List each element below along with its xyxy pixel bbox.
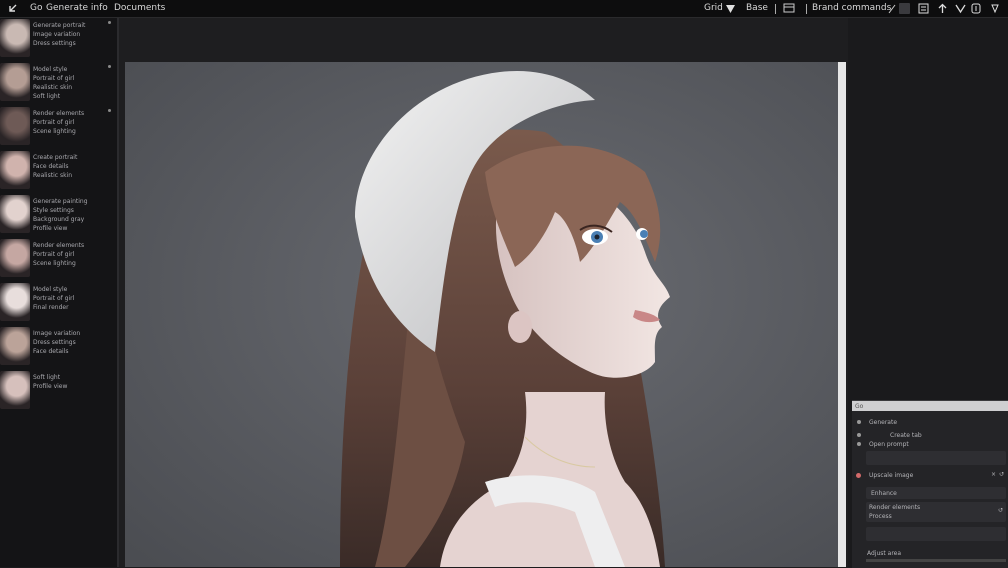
history-thumbnail — [0, 239, 30, 277]
history-item[interactable]: Render elements Portrait of girl Scene lig… — [0, 238, 117, 278]
history-text: Profile view — [33, 225, 68, 232]
layout-icon[interactable] — [783, 3, 795, 14]
history-text: Dress settings — [33, 339, 76, 346]
history-thumbnail — [0, 283, 30, 321]
history-text: Image variation — [33, 31, 81, 38]
history-text: Soft light — [33, 374, 61, 381]
history-thumbnail — [0, 107, 30, 145]
history-thumbnail — [0, 19, 30, 57]
history-text: Portrait of girl — [33, 295, 75, 302]
history-text: Portrait of girl — [33, 119, 75, 126]
menu-generate-info[interactable]: Generate info — [46, 3, 108, 14]
dock-label-3: Open prompt — [869, 441, 909, 448]
history-text: Image variation — [33, 330, 81, 337]
heart-icon[interactable] — [955, 3, 966, 14]
settings-dock: Go Generate Create tab Open prompt Upsca… — [852, 400, 1008, 568]
dock-label-7: Process — [869, 513, 892, 520]
more-dot-icon[interactable] — [108, 109, 111, 112]
grid-toggle[interactable]: Grid — [704, 3, 723, 14]
history-item[interactable]: Image variation Dress settings Face detail… — [0, 326, 117, 366]
dock-label-6: Render elements — [869, 504, 921, 511]
history-thumbnail — [0, 195, 30, 233]
arrow-up-icon[interactable] — [937, 3, 948, 14]
history-text: Profile view — [33, 383, 68, 390]
top-toolbar: Go Generate info Documents Grid Base Bra… — [0, 0, 1008, 18]
dot — [857, 433, 861, 437]
history-text: Final render — [33, 304, 69, 311]
dock-label-1: Generate — [869, 419, 898, 426]
history-text: Scene lighting — [33, 260, 76, 267]
image-canvas[interactable] — [125, 62, 838, 567]
menu-go[interactable]: Go — [30, 3, 42, 14]
history-text: Realistic skin — [33, 172, 73, 179]
history-text: Style settings — [33, 207, 74, 214]
separator — [806, 4, 807, 14]
history-text: Realistic skin — [33, 84, 73, 91]
history-thumbnail — [0, 151, 30, 189]
history-thumbnail — [0, 371, 30, 409]
refresh-icon[interactable]: ↺ — [998, 507, 1003, 514]
history-text: Face details — [33, 163, 69, 170]
list-icon[interactable] — [918, 3, 929, 14]
history-sidebar: Generate portrait Image variation Dress se… — [0, 18, 119, 567]
dock-label-5: Enhance — [871, 490, 897, 497]
history-text: Dress settings — [33, 40, 76, 47]
dock-label-2: Create tab — [890, 432, 922, 439]
history-text: Model style — [33, 66, 68, 73]
portrait-image — [125, 62, 838, 567]
history-item[interactable]: Generate painting Style settings Backgroun… — [0, 194, 117, 234]
history-text: Model style — [33, 286, 68, 293]
history-item[interactable]: Model style Portrait of girl Realistic ski… — [0, 62, 117, 102]
history-text: Background gray — [33, 216, 85, 223]
red-dot — [856, 473, 861, 478]
separator — [775, 4, 776, 14]
canvas-scrollbar[interactable] — [838, 62, 846, 567]
history-item[interactable]: Create portrait Face details Realistic ski… — [0, 150, 117, 190]
history-item[interactable]: Generate portrait Image variation Dress se… — [0, 18, 117, 58]
history-text: Render elements — [33, 242, 85, 249]
history-text: Soft light — [33, 93, 61, 100]
close-icon[interactable]: × — [991, 471, 996, 478]
color-swatch[interactable] — [899, 3, 910, 14]
user-icon[interactable] — [971, 3, 981, 14]
history-text: Generate painting — [33, 198, 88, 205]
history-item[interactable]: Soft light Profile view — [0, 370, 117, 410]
more-dot-icon[interactable] — [108, 65, 111, 68]
refresh-icon[interactable]: ↺ — [999, 471, 1004, 478]
base-select[interactable]: Base — [746, 3, 768, 14]
dot — [857, 420, 861, 424]
menu-documents[interactable]: Documents — [114, 3, 165, 14]
triangle-down-icon[interactable] — [725, 3, 736, 14]
history-item[interactable]: Render elements Portrait of girl Scene lig… — [0, 106, 117, 146]
history-text: Scene lighting — [33, 128, 76, 135]
history-text: Portrait of girl — [33, 251, 75, 258]
dock-title: Go — [855, 403, 864, 410]
brand-commands[interactable]: Brand commands — [812, 3, 891, 14]
pen-icon[interactable] — [888, 4, 896, 14]
dock-field-1[interactable] — [866, 451, 1006, 465]
history-text: Face details — [33, 348, 69, 355]
back-arrow-icon[interactable] — [7, 3, 18, 14]
history-text: Generate portrait — [33, 22, 86, 29]
dock-label-4: Upscale image — [869, 472, 914, 479]
history-thumbnail — [0, 327, 30, 365]
history-item[interactable]: Model style Portrait of girl Final render — [0, 282, 117, 322]
dock-slider[interactable] — [866, 559, 1006, 562]
dock-label-8: Adjust area — [867, 550, 902, 557]
dock-field-4[interactable] — [866, 527, 1006, 541]
more-icon[interactable] — [990, 3, 1000, 14]
history-text: Portrait of girl — [33, 75, 75, 82]
history-thumbnail — [0, 63, 30, 101]
history-text: Create portrait — [33, 154, 78, 161]
history-text: Render elements — [33, 110, 85, 117]
dock-header[interactable] — [852, 401, 1008, 411]
dot — [857, 442, 861, 446]
more-dot-icon[interactable] — [108, 21, 111, 24]
